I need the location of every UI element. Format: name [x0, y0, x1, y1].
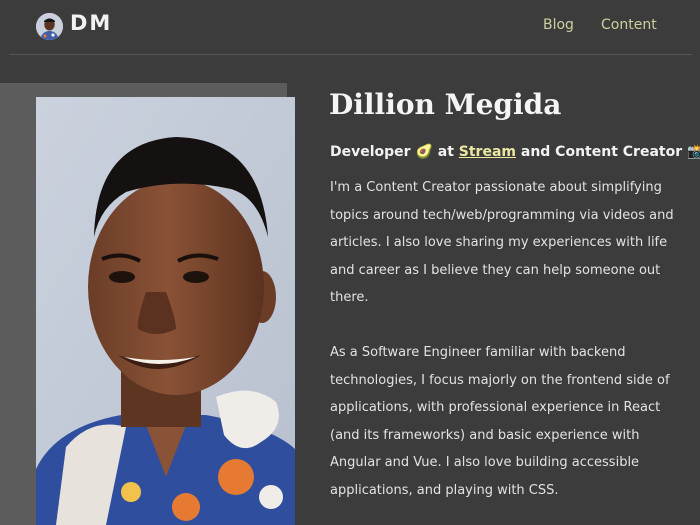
- profile-name: Dillion Megida: [329, 88, 562, 121]
- profile-photo: [36, 97, 295, 525]
- logo-text[interactable]: DM: [70, 11, 112, 35]
- nav-link-blog[interactable]: Blog: [543, 17, 574, 33]
- role-suffix: and Content Creator 📸: [516, 144, 700, 160]
- logo-avatar[interactable]: [36, 13, 63, 40]
- header-divider: [9, 54, 692, 55]
- portrait-image: [36, 97, 295, 525]
- bio-paragraph: As a Software Engineer familiar with bac…: [330, 345, 670, 498]
- site-header: DM Blog Content: [0, 0, 700, 54]
- company-link[interactable]: Stream: [459, 144, 516, 160]
- role-prefix: Developer 🥑 at: [330, 144, 459, 160]
- avatar-image: [36, 13, 63, 40]
- profile-role: Developer 🥑 at Stream and Content Creato…: [330, 144, 700, 160]
- nav-link-content[interactable]: Content: [601, 17, 657, 33]
- bio-paragraph: I'm a Content Creator passionate about s…: [330, 180, 674, 305]
